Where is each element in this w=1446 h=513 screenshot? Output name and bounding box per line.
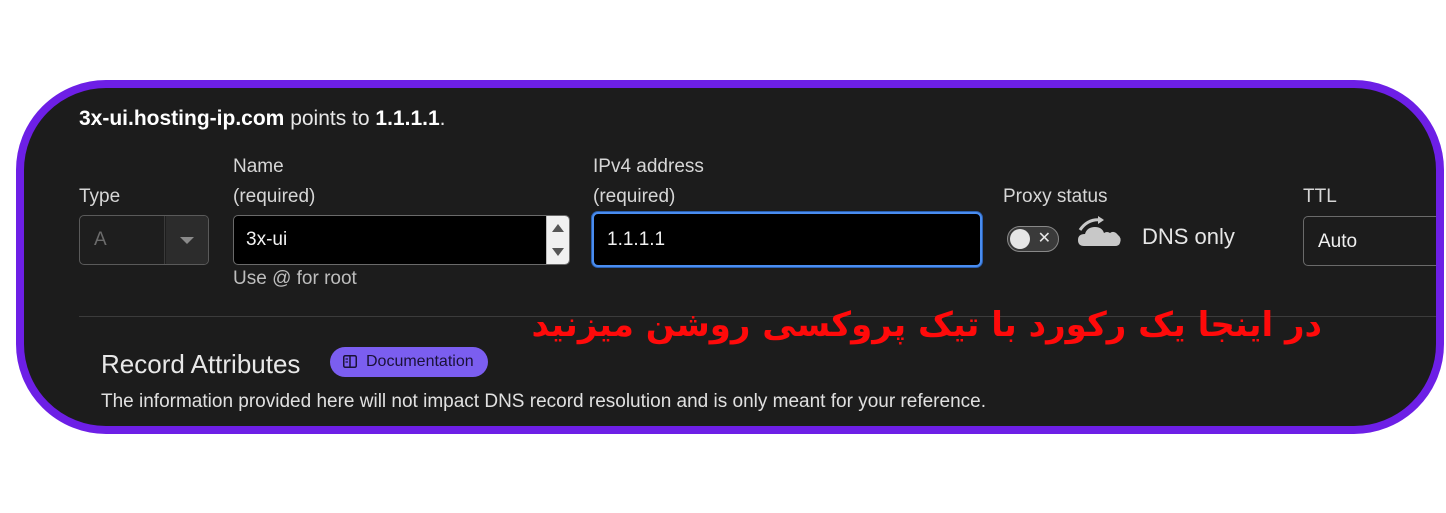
- type-select-divider: [164, 216, 165, 264]
- type-value: A: [94, 229, 107, 250]
- name-value: 3x-ui: [246, 229, 288, 250]
- chevron-down-icon: [180, 237, 194, 244]
- record-attributes-description: The information provided here will not i…: [101, 391, 986, 412]
- cloud-dns-only-icon: [1078, 216, 1121, 246]
- persian-annotation: در اینجا یک رکورد با تیک پروکسی روشن میز…: [531, 305, 1322, 345]
- toggle-knob: [1010, 229, 1030, 249]
- points-to-text: points to: [290, 107, 370, 130]
- book-icon: [343, 355, 357, 368]
- summary-period: .: [439, 107, 446, 130]
- record-hostname: 3x-ui.hosting-ip.com: [79, 107, 285, 130]
- x-icon: ✕: [1037, 230, 1051, 247]
- type-label: Type: [79, 186, 121, 207]
- name-label: Name: [233, 156, 284, 177]
- proxy-status-label: Proxy status: [1003, 186, 1108, 207]
- name-field[interactable]: 3x-ui: [233, 215, 570, 265]
- record-target-ip: 1.1.1.1: [375, 107, 440, 130]
- ipv4-label: IPv4 address: [593, 156, 704, 177]
- spin-down-icon[interactable]: [552, 248, 564, 256]
- chevron-down-icon: [1440, 238, 1444, 245]
- highlight-frame: 3x-ui.hosting-ip.com points to 1.1.1.1. …: [16, 80, 1444, 434]
- documentation-label: Documentation: [366, 353, 474, 370]
- type-select[interactable]: A: [79, 215, 209, 265]
- ttl-value: Auto: [1318, 231, 1358, 252]
- documentation-link[interactable]: Documentation: [330, 347, 488, 377]
- spin-up-icon[interactable]: [552, 224, 564, 232]
- proxy-state-text: DNS only: [1142, 224, 1235, 249]
- record-attributes-title: Record Attributes: [101, 349, 301, 379]
- type-dropdown-button[interactable]: [166, 216, 208, 264]
- name-required-label: (required): [233, 186, 316, 207]
- ipv4-value: 1.1.1.1: [607, 229, 666, 250]
- ipv4-required-label: (required): [593, 186, 676, 207]
- name-hint: Use @ for root: [233, 268, 357, 289]
- ipv4-address-field[interactable]: 1.1.1.1: [592, 212, 982, 267]
- ttl-label: TTL: [1303, 186, 1337, 207]
- name-spinner[interactable]: [546, 216, 569, 264]
- dns-record-panel: 3x-ui.hosting-ip.com points to 1.1.1.1. …: [24, 88, 1436, 426]
- record-summary: 3x-ui.hosting-ip.com points to 1.1.1.1.: [79, 107, 446, 131]
- ttl-select[interactable]: Auto: [1303, 216, 1444, 266]
- proxy-status-toggle[interactable]: ✕: [1007, 226, 1059, 252]
